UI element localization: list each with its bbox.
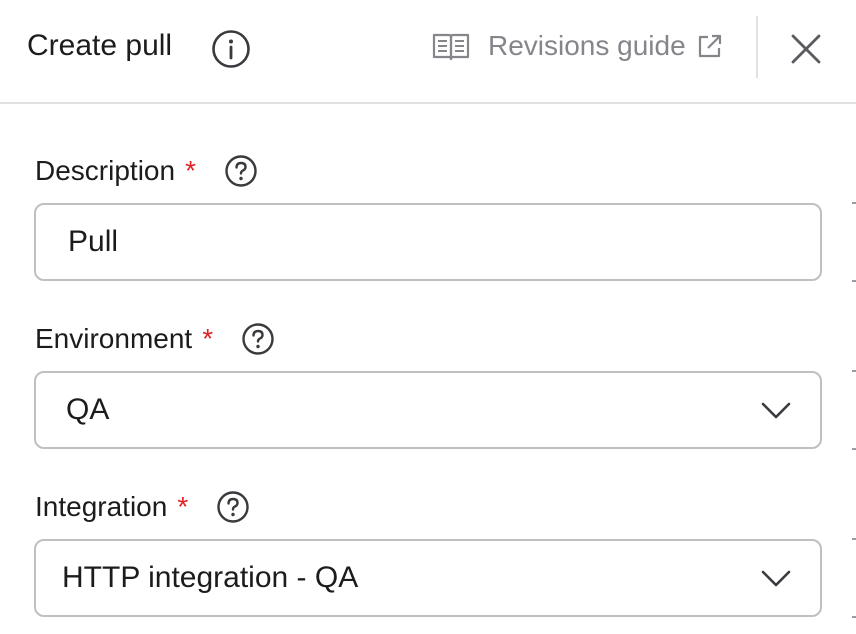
description-input[interactable]	[34, 203, 822, 281]
environment-selected-value: QA	[66, 393, 110, 426]
help-icon[interactable]	[224, 154, 258, 188]
integration-selected-value: HTTP integration - QA	[62, 561, 359, 594]
chevron-down-icon	[761, 402, 791, 419]
required-marker: *	[202, 323, 214, 354]
help-icon[interactable]	[216, 490, 250, 524]
panel-header: Create pull Revisions guide	[0, 0, 856, 104]
required-marker: *	[177, 491, 189, 522]
integration-label-text: Integration	[35, 491, 168, 522]
integration-select[interactable]: HTTP integration - QA	[34, 539, 822, 617]
revisions-guide-label: Revisions guide	[488, 30, 686, 61]
book-open-icon	[432, 33, 470, 61]
close-icon	[791, 34, 821, 64]
chevron-down-icon	[761, 570, 791, 587]
description-label: Description *	[35, 151, 258, 191]
environment-label-text: Environment	[35, 323, 193, 354]
required-marker: *	[185, 155, 196, 186]
header-divider	[756, 16, 758, 78]
edge-mark	[852, 538, 856, 540]
edge-mark	[852, 202, 856, 204]
edge-mark	[852, 448, 856, 450]
edge-mark	[852, 280, 856, 282]
description-label-text: Description	[35, 155, 176, 186]
environment-select[interactable]: QA	[34, 371, 822, 449]
edge-mark	[852, 616, 856, 618]
create-pull-panel: Create pull Revisions guide Description …	[0, 0, 856, 634]
environment-label: Environment *	[35, 319, 275, 359]
page-title: Create pull	[27, 29, 173, 62]
revisions-guide-link[interactable]: Revisions guide	[432, 26, 724, 66]
external-link-icon	[698, 34, 721, 58]
edge-mark	[852, 370, 856, 372]
integration-label: Integration *	[35, 487, 250, 527]
close-button[interactable]	[781, 24, 831, 74]
info-icon[interactable]	[211, 29, 251, 69]
help-icon[interactable]	[241, 322, 275, 356]
